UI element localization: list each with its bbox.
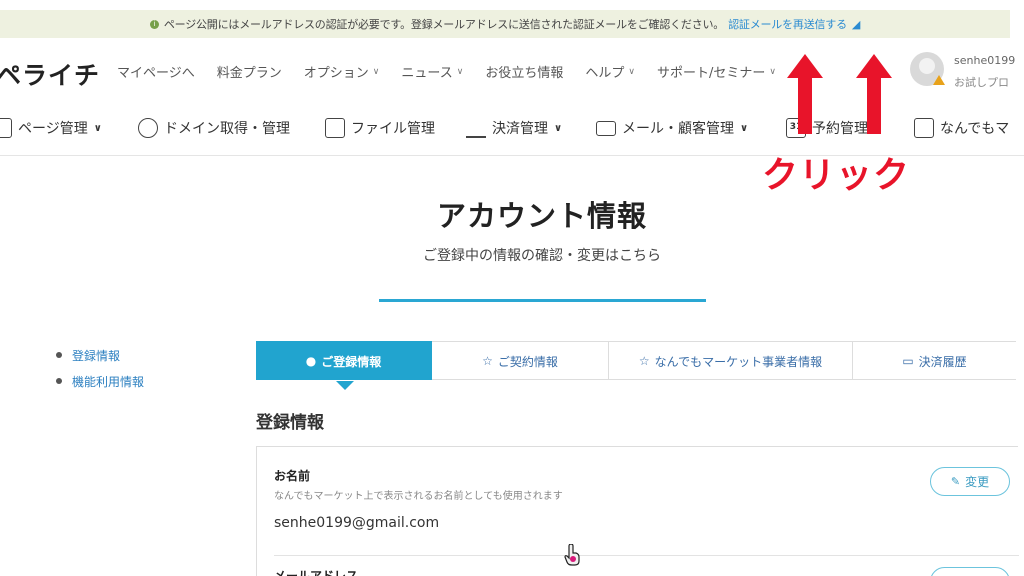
user-icon: ● [305,354,317,368]
side-link-label: 機能利用情報 [72,374,145,389]
star-icon: ☆ [482,354,493,368]
user-name[interactable]: senhe0199 [954,54,1015,67]
menu-payment[interactable]: 決済管理 ∨ [466,118,562,138]
menu-page-management[interactable]: ページ管理 ∨ [0,118,102,138]
red-arrow-icon [856,54,892,134]
section-title: 登録情報 [256,413,324,433]
tab-label: なんでもマーケット事業者情報 [654,354,823,369]
tab-label: ご契約情報 [497,354,558,369]
edit-icon: ✎ [950,475,961,488]
globe-icon [138,118,158,138]
cart-icon [466,118,486,138]
edit-button-label: 変更 [965,475,990,489]
shop-icon [914,118,934,138]
resend-verification-link[interactable]: 認証メールを再送信する [728,16,847,32]
edit-email-button[interactable] [930,567,1010,576]
tab-label: 決済履歴 [918,354,967,369]
red-arrow-icon [787,54,823,134]
nav-label: 料金プラン [216,66,282,81]
warning-icon [933,75,945,85]
chevron-down-icon: ∨ [769,66,776,77]
field-label-email: メールアドレス [274,569,359,576]
page-icon [0,118,12,138]
chevron-down-icon: ∨ [554,122,563,134]
field-label-name: お名前 [274,469,311,483]
nav-support[interactable]: サポート/セミナー ∨ [657,62,776,81]
tab-label: ご登録情報 [321,354,382,369]
menu-label: なんでもマ [940,121,1010,137]
field-description: なんでもマーケット上で表示されるお名前としても使用されます [274,491,563,502]
nav-label: ニュース [401,66,453,81]
edit-name-button[interactable]: ✎ 変更 [930,467,1010,496]
logo[interactable]: ペライチ [0,56,100,92]
title-underline [379,299,706,302]
nav-help[interactable]: ヘルプ ∨ [585,62,635,81]
nav-label: ヘルプ [585,66,625,81]
nav-options[interactable]: オプション ∨ [304,62,380,81]
nav-label: サポート/セミナー [656,66,766,81]
menu-mail-customer[interactable]: メール・顧客管理 ∨ [596,118,748,138]
chevron-down-icon: ∨ [93,122,102,134]
click-annotation: クリック [762,155,911,196]
info-icon: i [149,19,159,29]
tab-market-vendor-info[interactable]: ☆ なんでもマーケット事業者情報 [609,341,853,380]
chevron-down-icon: ∨ [456,66,464,77]
email-verification-notice: i ページ公開にはメールアドレスの認証が必要です。登録メールアドレスに送信された… [0,10,1010,38]
nav-label: お役立ち情報 [485,66,564,81]
menu-file-management[interactable]: ファイル管理 [325,118,435,138]
side-nav: 登録情報 機能利用情報 [56,342,144,394]
chevron-down-icon: ∨ [628,66,635,77]
registration-card: お名前 なんでもマーケット上で表示されるお名前としても使用されます senhe0… [256,446,1019,576]
menu-domain[interactable]: ドメイン取得・管理 [138,118,290,138]
top-nav: マイページへ 料金プラン オプション ∨ ニュース ∨ お役立ち情報 ヘルプ ∨ サポ… [117,62,798,81]
mail-icon [596,120,616,136]
chevron-down-icon: ∨ [372,66,380,77]
menu-label: ドメイン取得・管理 [164,121,290,137]
nav-news[interactable]: ニュース ∨ [401,62,463,81]
side-link-feature-usage[interactable]: 機能利用情報 [56,368,144,394]
field-value-name: senhe0199@gmail.com [274,515,440,531]
user-plan: お試しプロ [954,76,1009,89]
tab-registration-info[interactable]: ● ご登録情報 [256,341,432,390]
nav-useful-info[interactable]: お役立ち情報 [485,62,563,81]
menu-label: メール・顧客管理 [622,121,734,137]
divider [274,555,1019,556]
notice-message: ページ公開にはメールアドレスの認証が必要です。登録メールアドレスに送信された認証… [163,18,725,31]
chevron-down-icon: ∨ [740,122,749,134]
menu-marketplace[interactable]: なんでもマ [914,118,1009,138]
menu-label: 決済管理 [492,121,548,137]
star-icon: ☆ [638,354,650,368]
menu-label: ファイル管理 [351,121,435,137]
send-icon[interactable]: ◢ [852,18,860,31]
hand-cursor-icon [564,544,580,566]
page-title: アカウント情報 [436,199,647,233]
nav-label: オプション [303,66,369,81]
file-icon [325,118,345,138]
page-subtitle: ご登録中の情報の確認・変更はこちら [423,248,661,264]
tab-payment-history[interactable]: ▭ 決済履歴 [853,341,1016,380]
side-link-registration[interactable]: 登録情報 [56,342,144,368]
nav-mypage[interactable]: マイページへ [117,62,195,81]
nav-pricing[interactable]: 料金プラン [217,62,282,81]
bullet-icon [56,378,62,384]
tab-contract-info[interactable]: ☆ ご契約情報 [432,341,609,380]
nav-label: マイページへ [117,66,195,81]
side-link-label: 登録情報 [72,348,121,363]
menu-label: ページ管理 [18,121,88,137]
card-icon: ▭ [902,354,914,368]
account-tabs: ● ご登録情報 ☆ ご契約情報 ☆ なんでもマーケット事業者情報 ▭ 決済履歴 [256,341,1016,390]
bullet-icon [56,352,62,358]
